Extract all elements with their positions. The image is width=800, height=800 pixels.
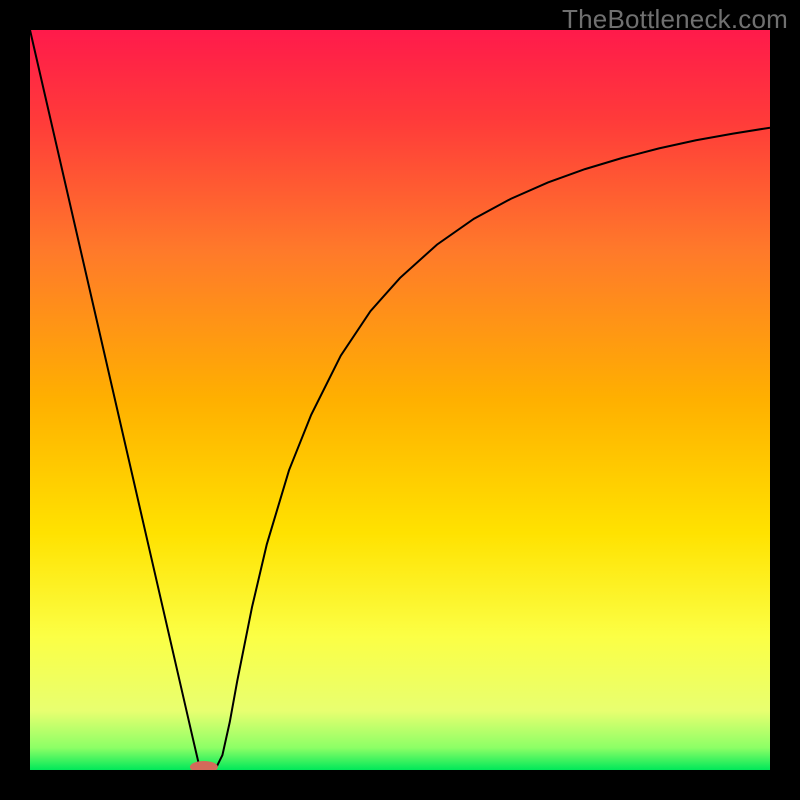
watermark-text: TheBottleneck.com	[562, 4, 788, 35]
gradient-background	[30, 30, 770, 770]
plot-area	[30, 30, 770, 770]
chart-svg	[30, 30, 770, 770]
chart-frame: TheBottleneck.com	[0, 0, 800, 800]
